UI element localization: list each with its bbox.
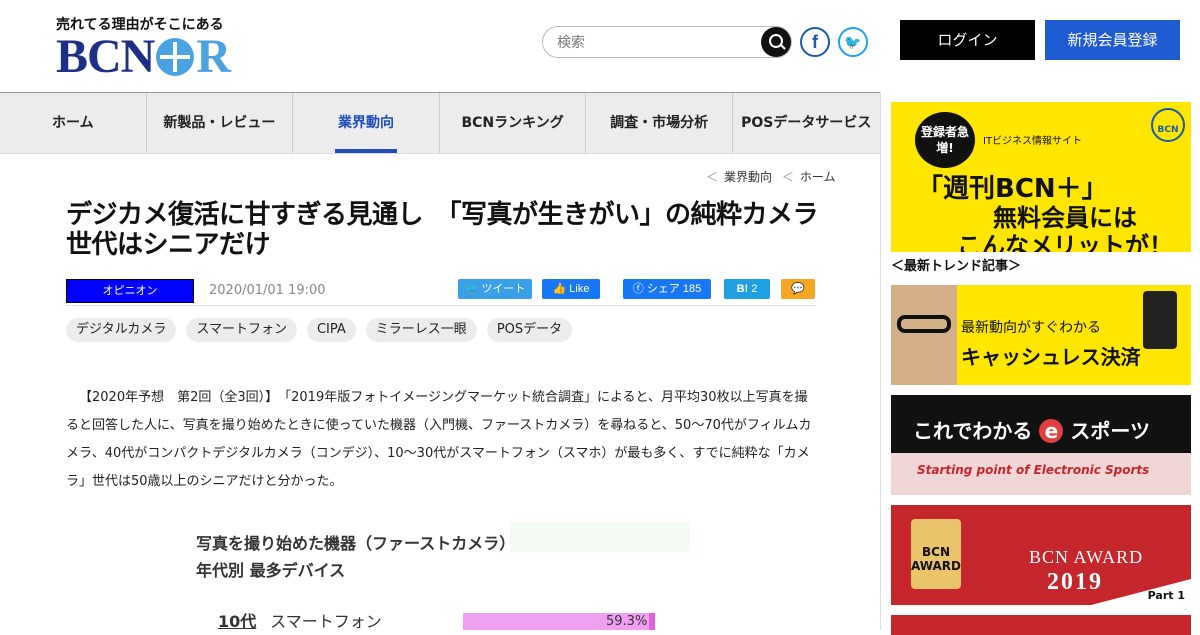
facebook-icon[interactable]: f: [800, 27, 830, 57]
figure-background-band: [510, 522, 690, 552]
main-nav: ホーム 新製品・レビュー 業界動向 BCNランキング 調査・市場分析 POSデー…: [0, 92, 880, 154]
figure-row-device: スマートフォン: [270, 612, 382, 631]
search-icon[interactable]: [761, 27, 791, 57]
banner-line1: これでわかる e スポーツ: [913, 415, 1150, 444]
nav-item-pos-data[interactable]: POSデータサービス: [733, 93, 880, 153]
article-meta: オピニオン 2020/01/01 19:00 🐦 ツイート 👍 Like ⓕ シ…: [66, 278, 816, 306]
cashless-banner[interactable]: 最新動向がすぐわかる キャッシュレス決済: [891, 285, 1191, 385]
esports-banner[interactable]: これでわかる e スポーツ Starting point of Electron…: [891, 395, 1191, 495]
nav-item-market-analysis[interactable]: 調査・市場分析: [586, 93, 733, 153]
sidebar: 登録者急増! ITビジネス情報サイト 「週刊BCN＋」 無料会員には こんなメリ…: [880, 92, 1200, 635]
article-lead-paragraph: 【2020年予想 第2回（全3回）】 「2019年版フォトイメージングマーケット…: [66, 390, 812, 489]
weekly-bcn-banner[interactable]: 登録者急増! ITビジネス情報サイト 「週刊BCN＋」 無料会員には こんなメリ…: [891, 102, 1191, 252]
banner-line1: 最新動向がすぐわかる: [961, 320, 1101, 336]
banner-part-label: Part 1: [1091, 579, 1191, 605]
figure-title-line2: 年代別 最多デバイス: [196, 561, 346, 580]
article-title: デジカメ復活に甘すぎる見通し 「写真が生きがい」の純粋カメラ世代はシニアだけ: [66, 200, 819, 260]
figure-row-age: 10代: [218, 612, 257, 631]
chevron-left-icon: ＜: [781, 170, 794, 184]
site-header: 売れてる理由がそこにある BCNR f 🐦 ログイン 新規会員登録: [0, 0, 1200, 92]
tweet-button[interactable]: 🐦 ツイート: [458, 279, 532, 299]
breadcrumb-item[interactable]: ホーム: [800, 170, 836, 184]
next-banner[interactable]: [891, 615, 1191, 635]
breadcrumb: ＜ 業界動向 ＜ ホーム: [700, 168, 836, 185]
e-circle-icon: e: [1039, 419, 1064, 443]
logo-plus-icon: [156, 38, 195, 76]
twitter-icon[interactable]: 🐦: [838, 27, 868, 57]
figure-title: 写真を撮り始めた機器（ファーストカメラ） 年代別 最多デバイス: [196, 530, 515, 584]
site-logo[interactable]: 売れてる理由がそこにある BCN R: [56, 14, 286, 83]
banner-line3: こんなメリットが！: [957, 232, 1173, 252]
banner-line2: 2019: [1047, 569, 1103, 595]
glasses-icon: [897, 315, 951, 333]
logo-bcn-text: BCN: [56, 30, 155, 83]
banner-badge: 登録者急増!: [915, 112, 975, 168]
tag-item[interactable]: ミラーレス一眼: [365, 318, 477, 342]
like-button[interactable]: 👍 Like: [542, 279, 600, 299]
search-input[interactable]: [557, 33, 747, 53]
tweet-label: ツイート: [481, 283, 526, 295]
nav-item-industry-trends[interactable]: 業界動向: [293, 93, 440, 153]
nav-item-new-products[interactable]: 新製品・レビュー: [147, 93, 294, 153]
nav-item-home[interactable]: ホーム: [0, 93, 147, 153]
search-box: [542, 26, 792, 58]
award-medal-icon: BCN AWARD: [911, 519, 961, 589]
facebook-share-label: シェア 185: [646, 283, 702, 295]
tag-list: デジタルカメラ スマートフォン CIPA ミラーレス一眼 POSデータ: [66, 318, 573, 342]
tag-item[interactable]: CIPA: [306, 318, 356, 342]
banner-line2: キャッシュレス決済: [961, 345, 1141, 369]
hatena-count: 2: [751, 283, 758, 295]
article-date: 2020/01/01 19:00: [209, 283, 326, 298]
nav-item-bcn-ranking[interactable]: BCNランキング: [440, 93, 587, 153]
bcn-award-banner[interactable]: BCN AWARD BCN AWARD 2019 Part 1: [891, 505, 1191, 605]
logo-r-text: R: [196, 30, 231, 83]
bcn-mark-icon: BCN: [1151, 108, 1185, 142]
breadcrumb-item[interactable]: 業界動向: [724, 170, 772, 184]
banner-line1: BCN AWARD: [1029, 547, 1144, 567]
banner-line1-b: スポーツ: [1070, 419, 1150, 443]
register-button[interactable]: 新規会員登録: [1045, 20, 1180, 60]
banner-person-image: [891, 285, 957, 385]
article-figure: 写真を撮り始めた機器（ファーストカメラ） 年代別 最多デバイス 10代 スマートフ…: [190, 520, 690, 632]
chevron-left-icon: ＜: [706, 170, 719, 184]
figure-row: 10代 スマートフォン: [218, 608, 382, 632]
tag-item[interactable]: デジタルカメラ: [66, 318, 177, 342]
smartphone-icon: [1143, 291, 1177, 349]
banner-line1-a: これでわかる: [913, 419, 1033, 443]
banner-small-text: ITビジネス情報サイト: [983, 136, 1083, 147]
sidebar-section-heading: ＜最新トレンド記事＞: [891, 259, 1022, 274]
hatena-bookmark-button[interactable]: B! 2: [724, 279, 770, 299]
tag-item[interactable]: スマートフォン: [186, 318, 297, 342]
logo-wordmark: BCN R: [56, 30, 231, 83]
tag-item[interactable]: POSデータ: [486, 318, 573, 342]
facebook-share-button[interactable]: ⓕ シェア 185: [623, 279, 711, 299]
comment-icon[interactable]: 💬: [781, 279, 815, 299]
category-badge[interactable]: オピニオン: [66, 279, 194, 303]
like-label: Like: [569, 283, 590, 295]
banner-line2: Starting point of Electronic Sports: [917, 463, 1150, 477]
hatena-label: B!: [736, 283, 749, 295]
login-button[interactable]: ログイン: [900, 20, 1035, 60]
figure-row-value: 59.3%: [606, 614, 648, 629]
figure-title-line1: 写真を撮り始めた機器（ファーストカメラ）: [196, 534, 516, 553]
